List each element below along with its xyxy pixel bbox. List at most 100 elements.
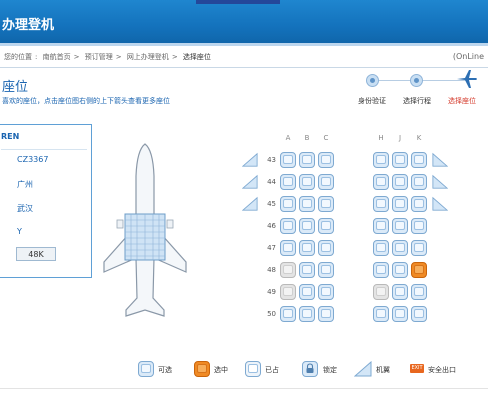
seat-49k[interactable] xyxy=(411,284,427,300)
seat-45k[interactable] xyxy=(411,196,427,212)
breadcrumb-item-checkin[interactable]: 网上办理登机 xyxy=(127,53,169,61)
seat-46b[interactable] xyxy=(299,218,315,234)
seat-47b[interactable] xyxy=(299,240,315,256)
wing-marker-right xyxy=(432,152,448,167)
seat-44b[interactable] xyxy=(299,174,315,190)
wing-marker-right xyxy=(432,196,448,211)
footer-divider xyxy=(0,388,488,389)
seat-45h[interactable] xyxy=(373,196,389,212)
wing-icon xyxy=(354,361,372,377)
seat-44k[interactable] xyxy=(411,174,427,190)
breadcrumb-item-home[interactable]: 南航首页 xyxy=(43,53,71,61)
banner-title: 办理登机 xyxy=(2,18,55,33)
wing-marker-left xyxy=(242,174,258,189)
seat-47h[interactable] xyxy=(373,240,389,256)
legend-exit-label: 安全出口 xyxy=(428,366,456,374)
top-banner: 办理登机 xyxy=(0,0,488,46)
row-number: 43 xyxy=(267,156,276,164)
row-number: 50 xyxy=(267,310,276,318)
seat-43a[interactable] xyxy=(280,152,296,168)
seat-48k[interactable] xyxy=(411,262,427,278)
row-number: 47 xyxy=(267,244,276,252)
progress-steps: 身份验证 选择行程 选择座位 xyxy=(352,70,488,110)
aircraft-diagram xyxy=(103,143,187,317)
seat-47c[interactable] xyxy=(318,240,334,256)
seat-50a[interactable] xyxy=(280,306,296,322)
row-number: 44 xyxy=(267,178,276,186)
row-number: 48 xyxy=(267,266,276,274)
breadcrumb-item-current: 选择座位 xyxy=(182,53,211,61)
seat-43k[interactable] xyxy=(411,152,427,168)
seat-43c[interactable] xyxy=(318,152,334,168)
row-number: 46 xyxy=(267,222,276,230)
column-header-h: H xyxy=(378,134,384,142)
seat-50j[interactable] xyxy=(392,306,408,322)
seat-50c[interactable] xyxy=(318,306,334,322)
breadcrumb-item-manage[interactable]: 预订管理 xyxy=(85,53,113,61)
column-header-c: C xyxy=(323,134,329,142)
seat-46c[interactable] xyxy=(318,218,334,234)
seat-47a[interactable] xyxy=(280,240,296,256)
seat-44h[interactable] xyxy=(373,174,389,190)
seat-48j[interactable] xyxy=(392,262,408,278)
seat-49j[interactable] xyxy=(392,284,408,300)
seat-48a xyxy=(280,262,296,278)
legend-wing-label: 机翼 xyxy=(376,366,390,374)
seat-48b[interactable] xyxy=(299,262,315,278)
cabin-class: Y xyxy=(17,227,22,236)
seat-48c[interactable] xyxy=(318,262,334,278)
seat-44c[interactable] xyxy=(318,174,334,190)
column-header-b: B xyxy=(304,134,310,142)
banner-accent xyxy=(196,0,280,4)
seat-43b[interactable] xyxy=(299,152,315,168)
seat-45b[interactable] xyxy=(299,196,315,212)
passenger-name: REN xyxy=(1,132,20,141)
step-label-identity: 身份验证 xyxy=(358,97,386,105)
seat-46j[interactable] xyxy=(392,218,408,234)
step-dot-identity xyxy=(366,74,379,87)
seat-44j[interactable] xyxy=(392,174,408,190)
exit-badge-icon: EXIT xyxy=(410,364,424,373)
breadcrumb-separator: > xyxy=(115,53,122,61)
seat-49c[interactable] xyxy=(318,284,334,300)
seat-50h[interactable] xyxy=(373,306,389,322)
row-number: 45 xyxy=(267,200,276,208)
legend-available-icon xyxy=(138,361,154,377)
online-service-link[interactable]: (OnLine xyxy=(453,52,484,61)
seat-45a[interactable] xyxy=(280,196,296,212)
destination-city: 武汉 xyxy=(17,204,33,213)
seat-48h[interactable] xyxy=(373,262,389,278)
wing-marker-right xyxy=(432,174,448,189)
legend-available-label: 可选 xyxy=(158,366,172,374)
seat-49b[interactable] xyxy=(299,284,315,300)
banner-divider xyxy=(0,43,488,46)
row-number: 49 xyxy=(267,288,276,296)
seat-50b[interactable] xyxy=(299,306,315,322)
column-header-j: J xyxy=(398,134,402,142)
seat-legend: 可选 选中 已占 锁定 机翼 EXIT 安全出口 xyxy=(0,358,488,382)
seat-46h[interactable] xyxy=(373,218,389,234)
seat-43j[interactable] xyxy=(392,152,408,168)
seat-47j[interactable] xyxy=(392,240,408,256)
legend-occupied-icon xyxy=(245,361,261,377)
seat-45c[interactable] xyxy=(318,196,334,212)
seat-44a[interactable] xyxy=(280,174,296,190)
seat-45j[interactable] xyxy=(392,196,408,212)
breadcrumb-bar: 您的位置: 南航首页 > 预订管理 > 网上办理登机 > 选择座位 (OnLine xyxy=(0,48,488,68)
lock-icon xyxy=(302,361,318,377)
step-label-seat: 选择座位 xyxy=(448,97,476,105)
airplane-icon xyxy=(457,70,477,88)
seat-46k[interactable] xyxy=(411,218,427,234)
legend-occupied-label: 已占 xyxy=(265,366,279,374)
seat-47k[interactable] xyxy=(411,240,427,256)
panel-divider xyxy=(1,149,87,150)
breadcrumb-colon: : xyxy=(35,53,38,61)
seat-43h[interactable] xyxy=(373,152,389,168)
seat-50k[interactable] xyxy=(411,306,427,322)
step-dot-itinerary xyxy=(410,74,423,87)
selected-seat-field: 48K xyxy=(16,247,56,261)
breadcrumb: 您的位置: 南航首页 > 预订管理 > 网上办理登机 > 选择座位 xyxy=(4,52,214,62)
legend-selected-label: 选中 xyxy=(214,366,228,374)
seat-49h xyxy=(373,284,389,300)
seat-46a[interactable] xyxy=(280,218,296,234)
